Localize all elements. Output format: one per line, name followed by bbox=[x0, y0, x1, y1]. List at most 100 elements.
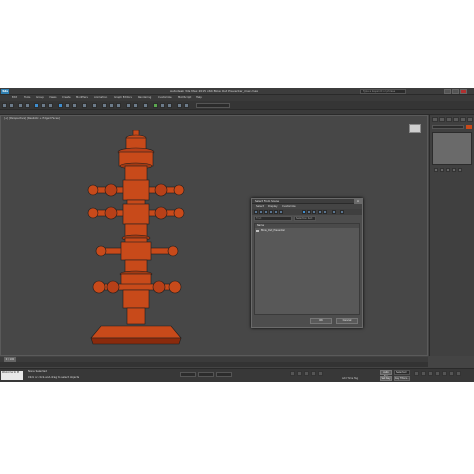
render-setup-icon[interactable] bbox=[177, 103, 182, 108]
make-unique-icon[interactable] bbox=[446, 168, 450, 172]
x-coordinate-field[interactable] bbox=[180, 372, 196, 377]
select-none-icon[interactable] bbox=[307, 210, 311, 214]
display-shapes-icon[interactable] bbox=[259, 210, 263, 214]
link-icon[interactable] bbox=[18, 103, 23, 108]
menu-maxscript[interactable]: MAXScript bbox=[178, 96, 191, 100]
minimize-button[interactable] bbox=[444, 89, 451, 94]
display-helpers-icon[interactable] bbox=[274, 210, 278, 214]
zoom-all-icon[interactable] bbox=[421, 371, 426, 376]
remove-modifier-icon[interactable] bbox=[452, 168, 456, 172]
zoom-icon[interactable] bbox=[414, 371, 419, 376]
align-icon[interactable] bbox=[133, 103, 138, 108]
modifier-stack-list[interactable] bbox=[432, 132, 472, 165]
display-lights-icon[interactable] bbox=[264, 210, 268, 214]
dependencies-icon[interactable] bbox=[323, 210, 327, 214]
auto-key-button[interactable]: Auto Key bbox=[380, 370, 392, 378]
undo-icon[interactable] bbox=[2, 103, 7, 108]
dialog-menu-select[interactable]: Select bbox=[256, 205, 264, 208]
menu-edit[interactable]: Edit bbox=[12, 96, 17, 100]
dialog-menu-customize[interactable]: Customize bbox=[282, 205, 296, 208]
layer-icon[interactable] bbox=[143, 103, 148, 108]
select-object-icon[interactable] bbox=[34, 103, 39, 108]
menu-views[interactable]: Views bbox=[49, 96, 57, 100]
add-time-tag[interactable]: Add Time Tag bbox=[342, 377, 358, 380]
render-icon[interactable] bbox=[184, 103, 189, 108]
next-frame-icon[interactable] bbox=[311, 371, 316, 376]
app-logo-icon[interactable]: 3ds bbox=[1, 89, 9, 94]
track-bar[interactable] bbox=[0, 362, 428, 367]
object-color-swatch[interactable] bbox=[466, 125, 472, 129]
select-invert-icon[interactable] bbox=[312, 210, 316, 214]
schematic-icon[interactable] bbox=[160, 103, 165, 108]
menu-modifiers[interactable]: Modifiers bbox=[76, 96, 88, 100]
selection-set-dropdown[interactable]: Selection Set: bbox=[294, 216, 316, 221]
redo-icon[interactable] bbox=[9, 103, 14, 108]
menu-customize[interactable]: Customize bbox=[158, 96, 172, 100]
menu-graph-editors[interactable]: Graph Editors bbox=[114, 96, 132, 100]
menu-create[interactable]: Create bbox=[62, 96, 71, 100]
set-key-button[interactable]: Set Key bbox=[380, 376, 392, 381]
pin-icon[interactable] bbox=[340, 210, 344, 214]
go-to-start-icon[interactable] bbox=[290, 371, 295, 376]
field-of-view-icon[interactable] bbox=[435, 371, 440, 376]
viewcube-icon[interactable] bbox=[409, 124, 421, 133]
play-icon[interactable] bbox=[304, 371, 309, 376]
move-icon[interactable] bbox=[58, 103, 63, 108]
maximize-button[interactable] bbox=[452, 89, 459, 94]
menu-rendering[interactable]: Rendering bbox=[138, 96, 151, 100]
maximize-viewport-icon[interactable] bbox=[456, 371, 461, 376]
previous-frame-icon[interactable] bbox=[297, 371, 302, 376]
curve-editor-icon[interactable] bbox=[153, 103, 158, 108]
utilities-tab-icon[interactable] bbox=[467, 117, 473, 122]
dialog-menu-display[interactable]: Display bbox=[268, 205, 278, 208]
snap-icon[interactable] bbox=[102, 103, 107, 108]
zoom-extents-icon[interactable] bbox=[428, 371, 433, 376]
perspective-viewport[interactable]: [+] [Perspective] [Realistic + Edged Fac… bbox=[0, 115, 428, 356]
menu-animation[interactable]: Animation bbox=[94, 96, 107, 100]
select-by-name-icon[interactable] bbox=[41, 103, 46, 108]
z-coordinate-field[interactable] bbox=[216, 372, 232, 377]
percent-snap-icon[interactable] bbox=[116, 103, 121, 108]
material-editor-icon[interactable] bbox=[167, 103, 172, 108]
key-selection-dropdown[interactable]: Selected bbox=[394, 370, 410, 375]
create-tab-icon[interactable] bbox=[432, 117, 438, 122]
mirror-icon[interactable] bbox=[126, 103, 131, 108]
display-cameras-icon[interactable] bbox=[269, 210, 273, 214]
motion-tab-icon[interactable] bbox=[453, 117, 459, 122]
display-spacewarps-icon[interactable] bbox=[279, 210, 283, 214]
menu-group[interactable]: Group bbox=[36, 96, 44, 100]
show-end-result-icon[interactable] bbox=[440, 168, 444, 172]
find-input[interactable]: Find: bbox=[254, 216, 292, 221]
unlink-icon[interactable] bbox=[25, 103, 30, 108]
pin-stack-icon[interactable] bbox=[434, 168, 438, 172]
cancel-button[interactable]: Cancel bbox=[336, 318, 358, 324]
rect-region-icon[interactable] bbox=[48, 103, 53, 108]
key-filters-button[interactable]: Key Filters... bbox=[394, 376, 410, 381]
scale-icon[interactable] bbox=[72, 103, 77, 108]
pivot-icon[interactable] bbox=[92, 103, 97, 108]
modify-tab-icon[interactable] bbox=[439, 117, 445, 122]
go-to-end-icon[interactable] bbox=[318, 371, 323, 376]
menu-help[interactable]: Help bbox=[196, 96, 202, 100]
menu-tools[interactable]: Tools bbox=[24, 96, 30, 100]
reference-coord-icon[interactable] bbox=[82, 103, 87, 108]
display-tab-icon[interactable] bbox=[460, 117, 466, 122]
configure-sets-icon[interactable] bbox=[458, 168, 462, 172]
search-input[interactable]: Type a keyword or phrase bbox=[360, 89, 406, 94]
hierarchy-icon[interactable] bbox=[318, 210, 322, 214]
select-from-scene-dialog[interactable]: Select From Scene × Select Display Custo… bbox=[251, 198, 363, 328]
close-window-button[interactable] bbox=[460, 89, 467, 94]
orbit-icon[interactable] bbox=[449, 371, 454, 376]
select-all-icon[interactable] bbox=[302, 210, 306, 214]
maxscript-listener[interactable]: Welcome to M bbox=[1, 371, 23, 380]
blow-out-preventer-model[interactable] bbox=[81, 130, 191, 354]
scene-object-list[interactable]: Name Blow_Out_Preventer bbox=[254, 223, 360, 315]
column-header-name[interactable]: Name bbox=[255, 224, 359, 228]
list-item[interactable]: Blow_Out_Preventer bbox=[255, 229, 359, 233]
rotate-icon[interactable] bbox=[65, 103, 70, 108]
options-icon[interactable] bbox=[332, 210, 336, 214]
object-name-field[interactable] bbox=[432, 125, 464, 129]
display-geometry-icon[interactable] bbox=[254, 210, 258, 214]
viewport-label[interactable]: [+] [Perspective] [Realistic + Edged Fac… bbox=[4, 117, 60, 120]
ok-button[interactable]: OK bbox=[310, 318, 332, 324]
